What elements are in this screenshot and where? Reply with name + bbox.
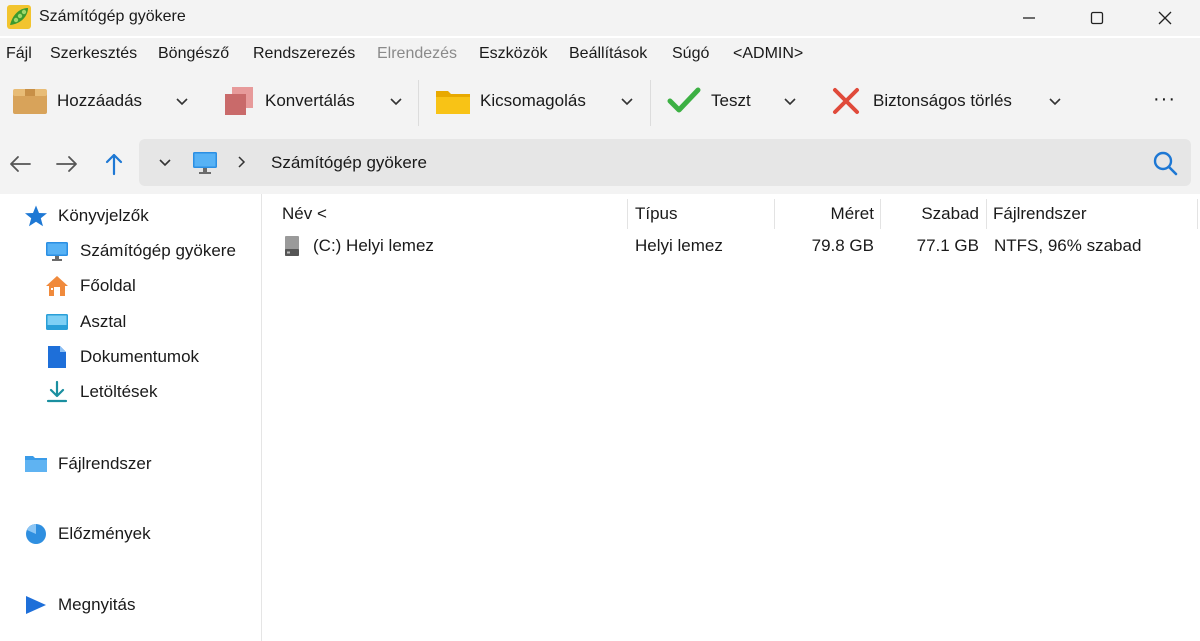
folder-icon xyxy=(25,456,47,472)
sidebar: Könyvjelzők Számítógép gyökere Főoldal A… xyxy=(0,194,262,641)
breadcrumb-separator-icon[interactable] xyxy=(235,154,249,170)
column-separator[interactable] xyxy=(986,199,987,229)
address-path[interactable]: Számítógép gyökere xyxy=(271,153,427,173)
maximize-icon xyxy=(1090,11,1104,25)
convert-icon xyxy=(225,87,253,115)
column-header-size[interactable]: Méret xyxy=(774,204,874,224)
menu-edit[interactable]: Szerkesztés xyxy=(50,45,137,63)
test-dropdown-chevron-icon[interactable] xyxy=(781,92,799,110)
desktop-icon xyxy=(46,314,68,330)
drive-icon xyxy=(285,236,299,256)
archive-box-icon xyxy=(13,89,47,114)
sidebar-item-desktop[interactable]: Asztal xyxy=(45,308,126,336)
peapod-icon xyxy=(7,5,31,29)
menu-browser[interactable]: Böngésző xyxy=(158,45,229,63)
sidebar-history-header[interactable]: Előzmények xyxy=(24,520,151,548)
cell-filesystem: NTFS, 96% szabad xyxy=(994,236,1142,255)
cell-name: (C:) Helyi lemez xyxy=(313,236,434,255)
test-button[interactable]: Teszt xyxy=(667,70,751,132)
download-icon xyxy=(46,380,68,403)
cell-type: Helyi lemez xyxy=(635,236,723,255)
menu-admin[interactable]: <ADMIN> xyxy=(733,45,803,63)
window-title: Számítógép gyökere xyxy=(39,8,186,25)
star-icon xyxy=(25,205,47,227)
column-header-free[interactable]: Szabad xyxy=(880,204,979,224)
close-button[interactable] xyxy=(1131,0,1199,36)
checkmark-icon xyxy=(667,87,701,113)
delete-dropdown-chevron-icon[interactable] xyxy=(1046,92,1064,110)
convert-button[interactable]: Konvertálás xyxy=(223,70,355,132)
sidebar-open-header[interactable]: Megnyitás xyxy=(24,591,135,619)
sidebar-item-downloads[interactable]: Letöltések xyxy=(45,378,158,406)
sidebar-filesystem-header[interactable]: Fájlrendszer xyxy=(24,450,152,478)
play-arrow-icon xyxy=(26,596,46,614)
monitor-icon xyxy=(46,242,68,261)
extract-dropdown-chevron-icon[interactable] xyxy=(618,92,636,110)
folder-icon xyxy=(436,91,470,114)
column-header-filesystem[interactable]: Fájlrendszer xyxy=(993,204,1087,224)
convert-dropdown-chevron-icon[interactable] xyxy=(387,92,405,110)
sidebar-item-home[interactable]: Főoldal xyxy=(45,272,136,300)
file-list: Név < Típus Méret Szabad Fájlrendszer (C… xyxy=(263,194,1200,641)
more-options-icon[interactable]: ··· xyxy=(1153,88,1176,111)
title-bar: Számítógép gyökere xyxy=(0,0,1200,36)
cell-size: 79.8 GB xyxy=(811,236,874,255)
column-separator[interactable] xyxy=(627,199,628,229)
add-dropdown-chevron-icon[interactable] xyxy=(173,92,191,110)
navigation-bar: Számítógép gyökere xyxy=(0,132,1200,194)
home-icon xyxy=(46,276,68,296)
menu-file[interactable]: Fájl xyxy=(6,45,32,63)
search-icon[interactable] xyxy=(1151,149,1179,177)
forward-arrow-icon[interactable] xyxy=(53,150,81,178)
toolbar-separator xyxy=(418,80,419,126)
menu-layout[interactable]: Elrendezés xyxy=(377,45,457,63)
up-arrow-icon[interactable] xyxy=(100,150,128,178)
address-bar[interactable]: Számítógép gyökere xyxy=(139,139,1191,186)
monitor-icon xyxy=(193,152,217,174)
cell-free: 77.1 GB xyxy=(916,236,979,255)
column-separator[interactable] xyxy=(1197,199,1198,229)
minimize-button[interactable] xyxy=(995,0,1063,36)
sidebar-item-computer-root[interactable]: Számítógép gyökere xyxy=(45,237,236,265)
maximize-button[interactable] xyxy=(1063,0,1131,36)
sidebar-bookmarks-header[interactable]: Könyvjelzők xyxy=(24,202,149,230)
toolbar-separator xyxy=(650,80,651,126)
history-dropdown-chevron-icon[interactable] xyxy=(157,154,173,170)
menu-tools[interactable]: Eszközök xyxy=(479,45,547,63)
back-arrow-icon[interactable] xyxy=(6,150,34,178)
menu-organize[interactable]: Rendszerezés xyxy=(253,45,355,63)
menu-settings[interactable]: Beállítások xyxy=(569,45,647,63)
column-header-type[interactable]: Típus xyxy=(635,204,678,224)
secure-delete-button[interactable]: Biztonságos törlés xyxy=(831,70,1012,132)
menu-bar: Fájl Szerkesztés Böngésző Rendszerezés E… xyxy=(0,38,1200,70)
history-clock-icon xyxy=(26,524,46,544)
menu-help[interactable]: Súgó xyxy=(672,45,709,63)
document-icon xyxy=(48,346,66,368)
toolbar: Hozzáadás Konvertálás Kicsomagolás Teszt… xyxy=(0,70,1200,132)
column-header-name[interactable]: Név < xyxy=(282,204,327,224)
minimize-icon xyxy=(1023,17,1035,19)
sidebar-item-documents[interactable]: Dokumentumok xyxy=(45,343,199,371)
add-button[interactable]: Hozzáadás xyxy=(12,70,142,132)
delete-x-icon xyxy=(833,88,859,114)
close-icon xyxy=(1158,11,1172,25)
extract-button[interactable]: Kicsomagolás xyxy=(435,70,586,132)
